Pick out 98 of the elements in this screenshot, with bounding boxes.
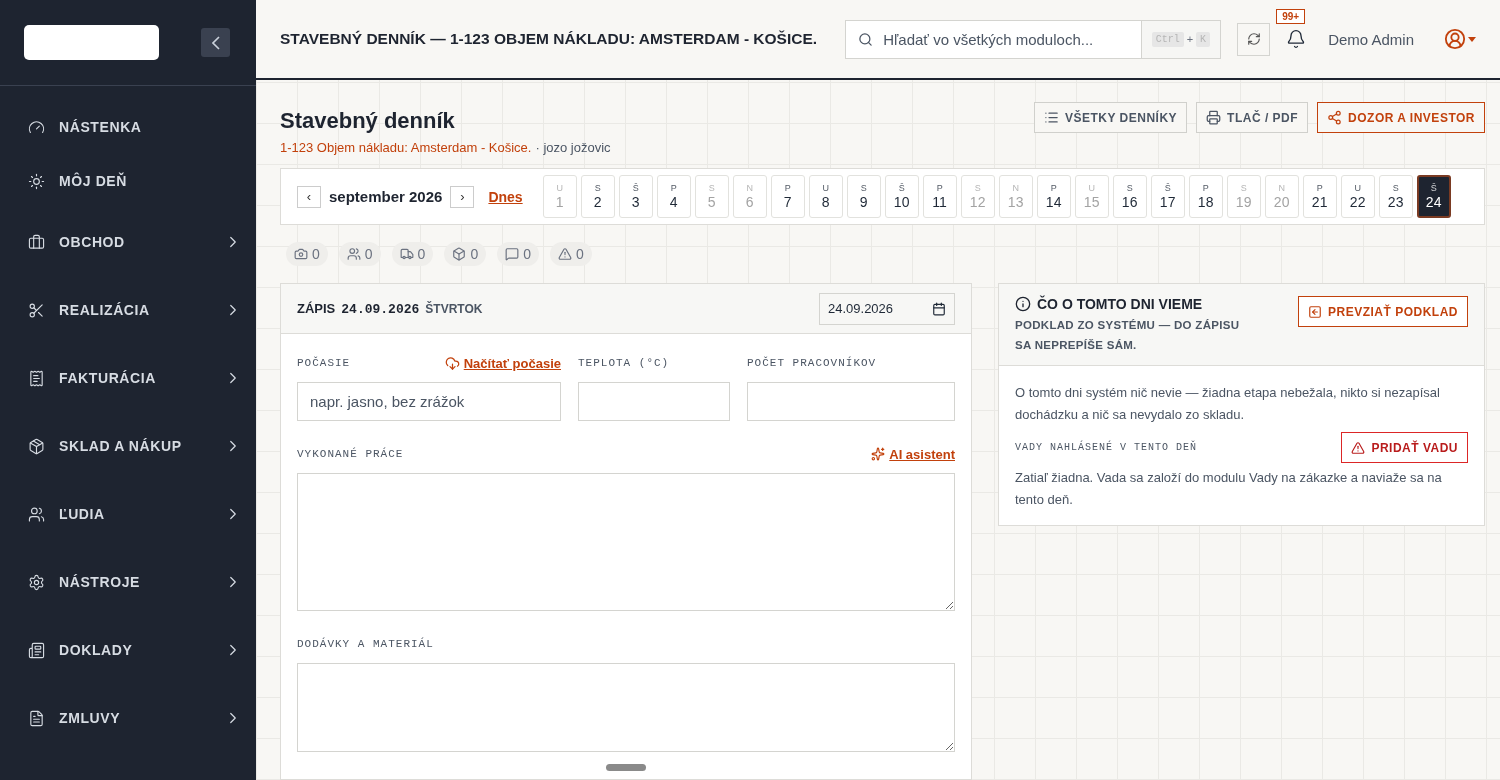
day-button[interactable]: P 18 <box>1188 175 1223 218</box>
sidebar-item[interactable]: ĽUDIA <box>0 480 256 548</box>
take-over-button[interactable]: PREVZIAŤ PODKLAD <box>1298 296 1468 327</box>
document-list-icon <box>28 641 45 659</box>
sidebar-item[interactable]: MÔJ DEŇ <box>0 154 256 208</box>
gear-icon <box>28 573 45 591</box>
entry-title: ZÁPIS 24.09.2026 ŠTVRTOK <box>297 300 483 317</box>
count-chip: 0 <box>286 242 328 266</box>
scissors-icon <box>28 301 45 319</box>
day-button[interactable]: P 21 <box>1302 175 1337 218</box>
section-label: VADY NAHLÁSENÉ V TENTO DEŇ <box>1015 442 1198 454</box>
field-label: POČET PRACOVNÍKOV <box>747 357 877 369</box>
notification-badge: 99+ <box>1276 9 1306 24</box>
truck-icon <box>399 247 414 261</box>
user-menu-button[interactable] <box>1444 28 1476 50</box>
day-button[interactable]: U 22 <box>1340 175 1375 218</box>
next-month-button[interactable]: › <box>450 185 475 208</box>
sparkles-icon <box>871 447 886 461</box>
field-label: TEPLOTA (°C) <box>578 357 670 369</box>
user-name[interactable]: Demo Admin <box>1328 30 1414 48</box>
ai-assistant-link[interactable]: AI asistent <box>871 446 955 462</box>
input-field[interactable]: napr. jasno, bez zrážok <box>297 382 561 421</box>
sidebar-item[interactable]: FAKTURÁCIA <box>0 344 256 412</box>
month-label: september 2026 <box>329 188 443 205</box>
add-defect-button[interactable]: PRIDAŤ VADU <box>1341 432 1468 464</box>
info-text: O tomto dni systém nič nevie — žiadna etapa nebežala, nikto si nezapísal dochádzku a nič sa nevydalo zo skladu. <box>1015 384 1441 425</box>
day-button[interactable]: Š 3 <box>618 175 653 218</box>
chevron-left-icon <box>211 35 220 50</box>
resize-handle[interactable] <box>606 764 646 771</box>
author-name: · jozo jožovic <box>535 140 611 155</box>
search-icon <box>858 31 874 47</box>
count-chip: 0 <box>550 242 592 266</box>
sidebar-item[interactable]: NÁSTENKA <box>0 100 256 154</box>
message-icon <box>505 247 520 261</box>
print-button[interactable]: TLAČ / PDF <box>1196 102 1309 133</box>
sidebar-item[interactable]: NÁSTROJE <box>0 548 256 616</box>
sidebar-item[interactable]: REALIZÁCIA <box>0 276 256 344</box>
field-label: POČASIE <box>297 357 351 369</box>
input-field[interactable] <box>578 382 730 421</box>
sidebar-item[interactable]: OBCHOD <box>0 208 256 276</box>
load-weather-link[interactable]: Načítať počasie <box>444 355 561 371</box>
day-button[interactable]: P 14 <box>1036 175 1071 218</box>
calendar-icon <box>932 301 946 316</box>
info-icon <box>1015 296 1031 312</box>
day-button[interactable]: P 7 <box>770 175 805 218</box>
gauge-icon <box>28 118 45 136</box>
collapse-button[interactable] <box>201 28 230 57</box>
page-header-title: STAVEBNÝ DENNÍK — 1-123 OBJEM NÁKLADU: AMSTERDAM - KOŠICE. <box>280 30 819 48</box>
previous-month-button[interactable]: ‹ <box>297 185 321 208</box>
refresh-icon <box>1246 32 1261 46</box>
all-diaries-button[interactable]: VŠETKY DENNÍKY <box>1033 102 1188 133</box>
count-chip: 0 <box>338 242 381 266</box>
text-area[interactable] <box>297 663 955 752</box>
file-icon <box>28 709 45 727</box>
sidebar-item[interactable]: ZMLUVY <box>0 684 256 752</box>
arrow-left-icon <box>1308 304 1322 319</box>
project-link[interactable]: 1-123 Objem nákladu: Amsterdam - Košice. <box>280 140 532 155</box>
info-title: ČO O TOMTO DNI VIEME <box>1037 296 1203 312</box>
share-icon <box>1327 110 1343 125</box>
day-button[interactable]: P 4 <box>656 175 691 218</box>
field-label: DODÁVKY A MATERIÁL <box>297 638 434 650</box>
sidebar-item[interactable]: SKLAD A NÁKUP <box>0 412 256 480</box>
day-button[interactable]: S 9 <box>846 175 881 218</box>
count-chip: 0 <box>391 242 434 266</box>
bell-icon[interactable] <box>1286 29 1307 49</box>
sidebar-item[interactable]: DOKLADY <box>0 616 256 684</box>
refresh-button[interactable] <box>1237 22 1271 56</box>
receipt-icon <box>28 369 45 387</box>
sun-icon <box>28 172 45 190</box>
people-icon <box>346 247 361 261</box>
day-button[interactable]: Š 10 <box>884 175 919 218</box>
share-button[interactable]: DOZOR A INVESTOR <box>1317 102 1485 133</box>
count-chip: 0 <box>497 242 539 266</box>
date-field[interactable]: 24.09.2026 <box>819 292 955 325</box>
day-button[interactable]: S 2 <box>580 175 615 218</box>
briefcase-icon <box>28 233 45 251</box>
box-icon <box>28 437 45 455</box>
info-subtitle: PODKLAD ZO SYSTÉMU — DO ZÁPISU SA NEPREPÍŠE SÁM. <box>1015 318 1241 353</box>
warning-icon <box>558 247 572 261</box>
count-chip: 0 <box>444 242 487 266</box>
printer-icon <box>1206 110 1222 125</box>
day-button[interactable]: Š 24 <box>1416 175 1451 218</box>
list-icon <box>1043 110 1059 125</box>
box-icon <box>452 247 467 261</box>
day-button[interactable]: Š 17 <box>1150 175 1185 218</box>
camera-icon <box>294 247 308 261</box>
defects-text: Zatiaľ žiadna. Vada sa založí do modulu Vady na zákazke a naviaže sa na tento deň. <box>1015 469 1443 510</box>
day-button[interactable]: S 23 <box>1378 175 1413 218</box>
page-title: Stavebný denník <box>280 108 456 134</box>
day-button[interactable]: U 8 <box>808 175 843 218</box>
today-link[interactable]: Dnes <box>488 188 523 205</box>
warning-icon <box>1351 440 1366 455</box>
day-button[interactable]: S 16 <box>1112 175 1147 218</box>
people-icon <box>28 505 45 523</box>
day-button[interactable]: P 11 <box>922 175 957 218</box>
cloud-download-icon <box>444 355 460 371</box>
field-label: VYKONANÉ PRÁCE <box>297 448 404 460</box>
input-field[interactable] <box>747 382 955 421</box>
